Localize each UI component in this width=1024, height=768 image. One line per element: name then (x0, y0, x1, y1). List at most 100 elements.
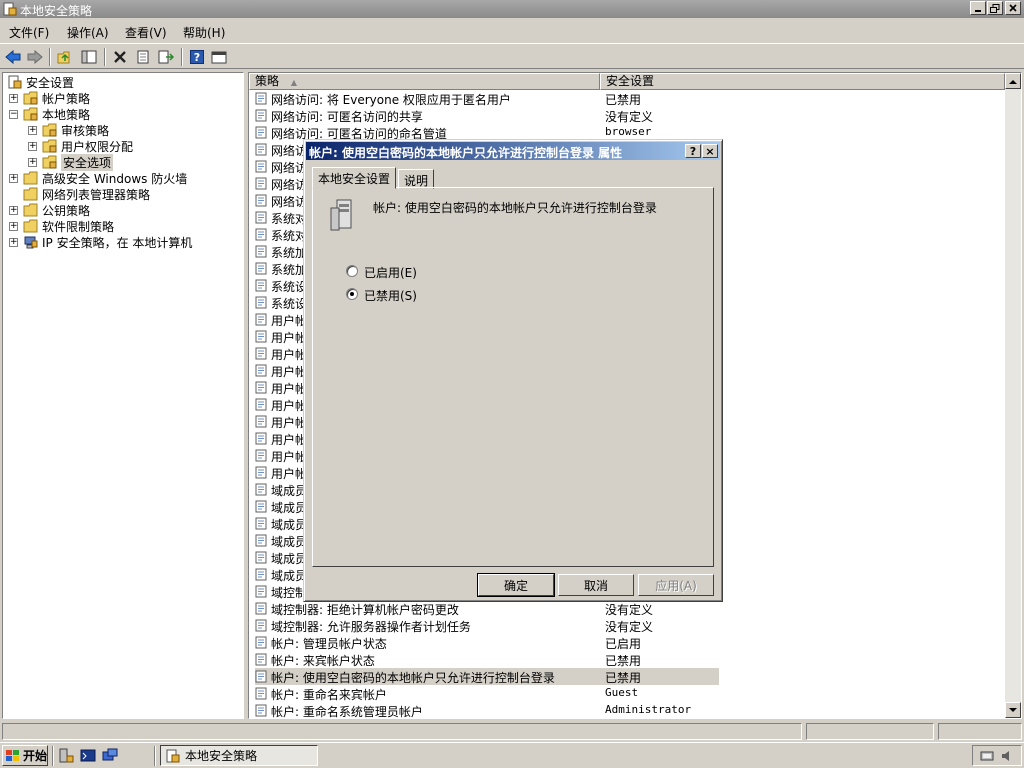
policy-name: 网络访 (271, 178, 308, 192)
restore-button[interactable] (987, 1, 1003, 15)
tab-explain[interactable]: 说明 (398, 169, 435, 189)
properties-icon[interactable] (133, 47, 153, 67)
policy-setting-icon (255, 415, 267, 428)
taskbar-item-local-security-policy[interactable]: 本地安全策略 (160, 745, 318, 766)
column-header-policy[interactable]: 策略 ▲ (249, 73, 600, 90)
policy-setting-icon (255, 670, 267, 683)
dialog-close-button[interactable]: × (702, 144, 718, 158)
collapse-toggle[interactable]: − (9, 110, 18, 119)
policy-name: 帐户: 使用空白密码的本地帐户只允许进行控制台登录 (271, 671, 555, 685)
menu-file[interactable]: 文件(F) (9, 24, 49, 41)
dialog-titlebar[interactable]: 帐户: 使用空白密码的本地帐户只允许进行控制台登录 属性 ? × (306, 142, 720, 160)
taskbar-separator (154, 746, 156, 766)
expand-toggle[interactable]: + (9, 94, 18, 103)
tree-node-firewall[interactable]: 高级安全 Windows 防火墙 (23, 170, 187, 186)
expand-toggle[interactable]: + (9, 222, 18, 231)
table-row[interactable]: 网络访问: 可匿名访问的共享 没有定义 (255, 107, 995, 124)
tree-node-security-options[interactable]: 安全选项 (42, 153, 114, 171)
table-row[interactable]: 帐户: 重命名系统管理员帐户 Administrator (255, 702, 995, 719)
radio-enabled[interactable] (346, 265, 358, 277)
quicklaunch-powershell-icon[interactable] (80, 748, 96, 764)
menu-help[interactable]: 帮助(H) (183, 24, 225, 41)
vertical-scrollbar[interactable] (1005, 73, 1021, 718)
policy-name: 网络访问: 将 Everyone 权限应用于匿名用户 (271, 93, 511, 107)
window-titlebar[interactable]: 本地安全策略 (0, 0, 1024, 18)
policy-folder-icon (23, 107, 38, 121)
scroll-down-button[interactable] (1005, 702, 1021, 718)
policy-name: 用户帐 (271, 450, 308, 464)
tree-node-software-restriction[interactable]: 软件限制策略 (23, 218, 114, 234)
policy-setting-icon (255, 194, 267, 207)
forward-icon[interactable] (25, 47, 45, 67)
cancel-label: 取消 (583, 578, 608, 593)
table-row[interactable]: 网络访问: 将 Everyone 权限应用于匿名用户 已禁用 (255, 90, 995, 107)
menu-view[interactable]: 查看(V) (125, 24, 167, 41)
expand-toggle[interactable]: + (28, 158, 37, 167)
expand-toggle[interactable]: + (9, 238, 18, 247)
tab-local-security-setting[interactable]: 本地安全设置 (312, 167, 397, 189)
tree-node-netlist[interactable]: 网络列表管理器策略 (23, 186, 150, 202)
network-tray-icon[interactable] (979, 749, 995, 763)
tree-label: 公钥策略 (42, 203, 91, 218)
table-row[interactable]: 帐户: 使用空白密码的本地帐户只允许进行控制台登录 已禁用 (255, 668, 719, 685)
mmc-window-icon[interactable] (209, 47, 229, 67)
policy-setting-icon (255, 177, 267, 190)
taskbar-separator (52, 746, 54, 766)
delete-icon[interactable] (110, 47, 130, 67)
expand-toggle[interactable]: + (28, 126, 37, 135)
show-hide-tree-icon[interactable] (79, 47, 99, 67)
policy-setting-icon (255, 296, 267, 309)
tree-node-user-rights[interactable]: 用户权限分配 (42, 138, 133, 154)
policy-name: 用户帐 (271, 416, 308, 430)
expand-toggle[interactable]: + (28, 142, 37, 151)
volume-tray-icon[interactable] (1000, 749, 1014, 763)
toolbar: ? (0, 43, 1024, 69)
expand-toggle[interactable]: + (9, 174, 18, 183)
ok-button[interactable]: 确定 (477, 573, 555, 597)
table-row[interactable]: 帐户: 管理员帐户状态 已启用 (255, 634, 995, 651)
tree-node-ipsec[interactable]: IP 安全策略，在 本地计算机 (23, 234, 192, 250)
tree-node-pubkey[interactable]: 公钥策略 (23, 202, 90, 218)
quicklaunch-explorer-icon[interactable] (102, 748, 118, 764)
policy-name: 域成员 (271, 518, 308, 532)
tree-node-audit-policy[interactable]: 审核策略 (42, 122, 109, 138)
cancel-button[interactable]: 取消 (558, 574, 634, 596)
policy-setting-value: 没有定义 (605, 110, 654, 124)
policy-setting-value: 已禁用 (605, 671, 642, 685)
dialog-help-button[interactable]: ? (685, 144, 701, 158)
policy-setting-value: 已禁用 (605, 654, 642, 668)
close-button[interactable] (1005, 1, 1021, 15)
policy-setting-icon (255, 585, 267, 598)
radio-disabled[interactable] (346, 288, 358, 300)
table-row[interactable]: 帐户: 来宾帐户状态 已禁用 (255, 651, 995, 668)
help-icon[interactable]: ? (187, 47, 207, 67)
policy-name: 用户帐 (271, 467, 308, 481)
table-row[interactable]: 域控制器: 拒绝计算机帐户密码更改 没有定义 (255, 600, 995, 617)
scroll-up-button[interactable] (1005, 73, 1021, 89)
policy-folder-icon (42, 155, 57, 169)
radio-disabled-label[interactable]: 已禁用(S) (364, 287, 417, 304)
menu-action[interactable]: 操作(A) (67, 24, 109, 41)
minimize-button[interactable] (970, 1, 986, 15)
policy-setting-value: 没有定义 (605, 620, 654, 634)
table-row[interactable]: 帐户: 重命名来宾帐户 Guest (255, 685, 995, 702)
tree-node-account-policy[interactable]: 帐户策略 (23, 90, 90, 106)
tree-node-security-settings[interactable]: 安全设置 (7, 74, 74, 90)
policy-setting-icon (255, 228, 267, 241)
up-folder-icon[interactable] (55, 47, 75, 67)
radio-enabled-label[interactable]: 已启用(E) (364, 264, 417, 281)
tree-label: 网络列表管理器策略 (42, 187, 151, 202)
table-row[interactable]: 域控制器: 允许服务器操作者计划任务 没有定义 (255, 617, 995, 634)
export-list-icon[interactable] (156, 47, 176, 67)
policy-setting-icon (255, 262, 267, 275)
quicklaunch-server-manager-icon[interactable] (58, 748, 74, 764)
expand-toggle[interactable]: + (9, 206, 18, 215)
tree-label: 审核策略 (61, 123, 110, 138)
tree-node-local-policy[interactable]: 本地策略 (23, 106, 90, 122)
start-button[interactable]: 开始 (2, 745, 48, 766)
policy-setting-icon (255, 143, 267, 156)
apply-button[interactable]: 应用(A) (638, 574, 714, 596)
column-header-setting[interactable]: 安全设置 (600, 73, 1005, 90)
policy-setting-value: 已禁用 (605, 93, 642, 107)
back-icon[interactable] (3, 47, 23, 67)
